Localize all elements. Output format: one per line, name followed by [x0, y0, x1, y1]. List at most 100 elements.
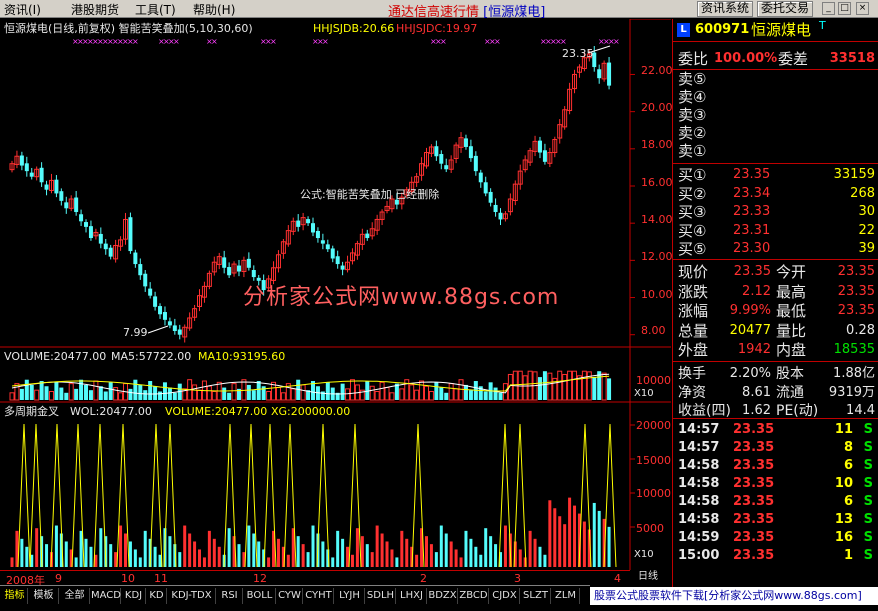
volume-bar — [448, 383, 454, 401]
indicator-bar — [202, 557, 206, 567]
indicator-tick: 15000 — [636, 454, 671, 467]
kline-chart[interactable]: × × × × × × × × × × × × × × × × × × × × × × × × × × × × × × × × × × × × × × × ×… — [0, 19, 673, 570]
volume-bar — [384, 387, 390, 401]
volume-bar — [290, 388, 296, 401]
candle-body — [39, 167, 44, 183]
indicator-bar — [123, 533, 127, 567]
indicator-bar — [45, 544, 49, 567]
fundamental-value: 9319万 — [828, 384, 875, 400]
volume-bar — [280, 392, 286, 401]
indicator-bar — [429, 544, 433, 567]
indicator-bar — [109, 544, 113, 567]
tab-slzt[interactable]: SLZT — [521, 588, 551, 604]
close-button[interactable]: × — [856, 2, 869, 15]
volume-bar — [458, 379, 464, 401]
sell-row[interactable]: 卖② — [673, 124, 878, 142]
tick-row[interactable]: 14:58 23.35 10 S — [673, 475, 878, 493]
tab-lhxj[interactable]: LHXJ — [397, 588, 427, 604]
tab-全部[interactable]: 全部 — [60, 588, 90, 604]
sell-row[interactable]: 卖① — [673, 142, 878, 160]
tab-zbcd[interactable]: ZBCD — [459, 588, 489, 604]
tab-kd[interactable]: KD — [147, 588, 167, 604]
candle-body — [597, 69, 602, 79]
tick-row[interactable]: 15:00 23.35 1 S — [673, 547, 878, 565]
indicator-bar — [74, 557, 78, 567]
menu-item-futures[interactable]: 港股期货 — [71, 1, 119, 18]
tick-price: 23.35 — [733, 494, 775, 509]
sell-row[interactable]: 卖④ — [673, 88, 878, 106]
volume-bar — [275, 387, 281, 401]
tab-rsi[interactable]: RSI — [217, 588, 243, 604]
indicator-bar — [469, 538, 473, 567]
tab-sdlh[interactable]: SDLH — [366, 588, 396, 604]
menu-item-tools[interactable]: 工具(T) — [135, 1, 176, 18]
volume-bar — [601, 372, 607, 401]
candle-body — [24, 163, 29, 172]
signal-mark: × — [211, 37, 218, 46]
tab-指标[interactable]: 指标 — [2, 588, 28, 604]
tick-row[interactable]: 14:58 23.35 6 S — [673, 493, 878, 511]
tab-模板[interactable]: 模板 — [29, 588, 59, 604]
candle-body — [44, 184, 49, 190]
buy-row[interactable]: 买④ 23.31 22 — [673, 222, 878, 240]
volume-bar — [369, 385, 375, 401]
tick-direction: S — [863, 548, 873, 563]
menu-item-help[interactable]: 帮助(H) — [193, 1, 235, 18]
tick-row[interactable]: 14:57 23.35 8 S — [673, 439, 878, 457]
fundamental-label: 换手 — [678, 366, 706, 382]
menu-item-news[interactable]: 资讯(I) — [4, 1, 41, 18]
stat-label: 内盘 — [776, 341, 807, 359]
indicator-bar — [64, 541, 68, 567]
indicator-bar — [79, 530, 83, 567]
tab-cjdx[interactable]: CJDX — [490, 588, 520, 604]
tick-time: 15:00 — [678, 548, 720, 563]
indicator-bar — [193, 541, 197, 567]
indicator-bar — [188, 533, 192, 567]
buy-row[interactable]: 买② 23.34 268 — [673, 185, 878, 203]
sell-row[interactable]: 卖⑤ — [673, 70, 878, 88]
candle-body — [79, 214, 84, 222]
buy-row[interactable]: 买① 23.35 33159 — [673, 166, 878, 184]
tick-row[interactable]: 14:57 23.35 11 S — [673, 421, 878, 439]
volume-bar — [88, 390, 93, 400]
candle-body — [84, 222, 89, 227]
tab-macd[interactable]: MACD — [91, 588, 121, 604]
indicator-bar — [375, 525, 379, 567]
chart-header-title: 恒源煤电(日线,前复权) 智能苦笑叠加(5,10,30,60) — [4, 22, 253, 35]
volume-bar — [434, 382, 439, 400]
minimize-button[interactable]: _ — [822, 2, 835, 15]
volume-header-volume: VOLUME:20477.00 — [4, 350, 107, 363]
trade-button[interactable]: 委托交易 — [757, 1, 814, 17]
tick-row[interactable]: 14:59 23.35 16 S — [673, 529, 878, 547]
tab-cyht[interactable]: CYHT — [304, 588, 334, 604]
signal-mark: × — [173, 37, 180, 46]
volume-header-ma10: MA10:93195.60 — [198, 350, 286, 363]
candle-body — [236, 265, 241, 272]
volume-bar — [64, 392, 69, 400]
tab-lyjh[interactable]: LYJH — [335, 588, 365, 604]
day-label[interactable]: 日线 — [638, 571, 658, 583]
sell-row[interactable]: 卖③ — [673, 106, 878, 124]
tab-bdzx[interactable]: BDZX — [428, 588, 458, 604]
tab-cyw[interactable]: CYW — [277, 588, 303, 604]
footer-ad[interactable]: 股票公式股票软件下载[分析家公式网www.88gs.com] — [590, 587, 878, 605]
maximize-button[interactable]: □ — [838, 2, 851, 15]
volume-bar — [39, 381, 44, 400]
candle-body — [177, 329, 182, 335]
candle-body — [488, 191, 493, 203]
news-system-button[interactable]: 资讯系统 — [697, 1, 754, 17]
indicator-bar — [459, 557, 463, 567]
tab-boll[interactable]: BOLL — [244, 588, 276, 604]
tab-zlm[interactable]: ZLM — [552, 588, 580, 604]
tick-row[interactable]: 14:58 23.35 6 S — [673, 457, 878, 475]
fundamental-value: 1.88亿 — [833, 366, 875, 381]
candle-body — [463, 138, 468, 147]
tab-kdj-tdx[interactable]: KDJ-TDX — [168, 588, 216, 604]
volume-bar — [14, 383, 20, 401]
buy-row[interactable]: 买③ 23.33 30 — [673, 203, 878, 221]
tick-row[interactable]: 14:58 23.35 13 S — [673, 511, 878, 529]
candle-body — [158, 306, 163, 315]
buy-row[interactable]: 买⑤ 23.30 39 — [673, 240, 878, 258]
candle-body — [162, 312, 167, 320]
tab-kdj[interactable]: KDJ — [122, 588, 146, 604]
